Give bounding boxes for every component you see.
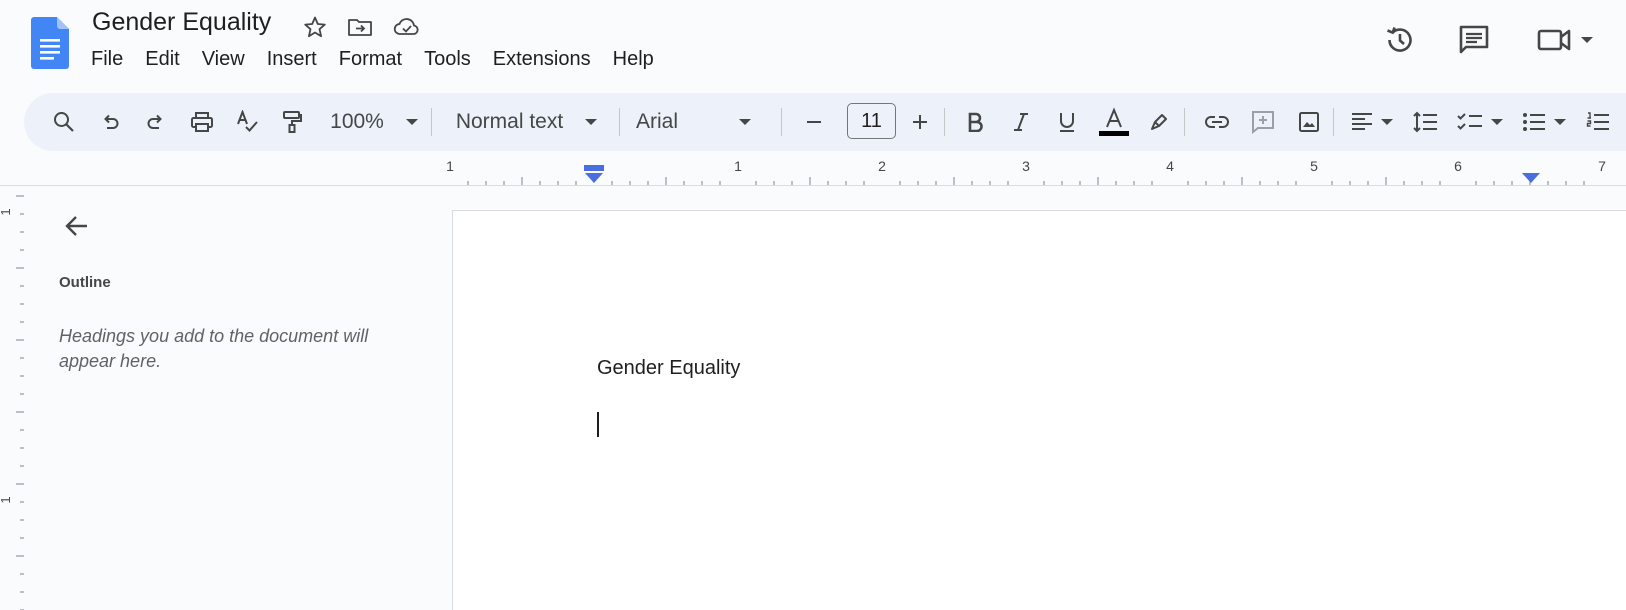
back-arrow-icon[interactable] bbox=[57, 206, 97, 246]
ruler-label: 2 bbox=[878, 158, 886, 174]
horizontal-ruler: 1 1 2 3 4 5 6 7 bbox=[0, 156, 1626, 186]
move-to-folder-icon[interactable] bbox=[345, 12, 375, 42]
docs-logo-icon[interactable] bbox=[31, 17, 69, 69]
underline-icon[interactable] bbox=[1049, 93, 1085, 151]
menu-edit[interactable]: Edit bbox=[134, 46, 190, 73]
vertical-ruler: 1 1 bbox=[0, 186, 24, 610]
vertical-ruler-label: 1 bbox=[0, 208, 13, 215]
align-caret-icon bbox=[1381, 119, 1393, 125]
text-cursor bbox=[597, 412, 599, 437]
docs-window: Gender Equality File Edit View Insert Fo… bbox=[0, 0, 1626, 610]
zoom-caret-icon bbox=[405, 119, 418, 125]
bulleted-list-icon bbox=[1523, 113, 1545, 131]
toolbar-divider bbox=[781, 108, 782, 136]
meet-dropdown-caret[interactable] bbox=[1581, 37, 1593, 43]
toolbar-divider bbox=[431, 108, 432, 136]
meet-icon[interactable] bbox=[1530, 18, 1600, 62]
menu-tools[interactable]: Tools bbox=[413, 46, 482, 73]
redo-icon[interactable] bbox=[138, 93, 174, 151]
menu-bar: File Edit View Insert Format Tools Exten… bbox=[80, 46, 665, 73]
menu-view[interactable]: View bbox=[191, 46, 256, 73]
ruler-graphic: 1 1 2 3 4 5 6 7 bbox=[0, 158, 1626, 186]
toolbar: 100% Normal text Arial 11 bbox=[24, 93, 1626, 151]
star-icon[interactable] bbox=[300, 12, 330, 42]
outline-empty-hint: Headings you add to the document will ap… bbox=[59, 326, 369, 371]
font-size-input[interactable]: 11 bbox=[847, 103, 896, 139]
spellcheck-icon[interactable] bbox=[229, 93, 265, 151]
increase-font-icon[interactable] bbox=[902, 93, 938, 151]
bold-icon[interactable] bbox=[957, 93, 993, 151]
checklist-select[interactable] bbox=[1452, 93, 1508, 151]
add-comment-icon[interactable] bbox=[1245, 93, 1281, 151]
paragraph-style-select[interactable]: Normal text bbox=[444, 93, 609, 151]
ruler-label: 5 bbox=[1310, 158, 1318, 174]
title-bar: Gender Equality File Edit View Insert Fo… bbox=[0, 0, 1626, 92]
italic-icon[interactable] bbox=[1003, 93, 1039, 151]
first-line-indent-marker[interactable] bbox=[584, 165, 604, 171]
comments-icon[interactable] bbox=[1452, 18, 1496, 62]
ruler-label: 7 bbox=[1598, 158, 1606, 174]
toolbar-divider bbox=[944, 108, 945, 136]
outline-panel: Outline Headings you add to the document… bbox=[24, 186, 452, 610]
vertical-ruler-graphic: 1 1 bbox=[0, 195, 24, 610]
outline-heading: Outline bbox=[59, 274, 111, 291]
font-value: Arial bbox=[636, 110, 679, 133]
menu-file[interactable]: File bbox=[80, 46, 134, 73]
version-history-icon[interactable] bbox=[1378, 18, 1422, 62]
vertical-ruler-label: 1 bbox=[0, 496, 13, 503]
undo-icon[interactable] bbox=[92, 93, 128, 151]
menu-format[interactable]: Format bbox=[328, 46, 413, 73]
search-icon[interactable] bbox=[46, 93, 82, 151]
link-icon[interactable] bbox=[1199, 93, 1235, 151]
toolbar-divider bbox=[1333, 108, 1334, 136]
menu-help[interactable]: Help bbox=[602, 46, 665, 73]
checklist-icon bbox=[1457, 113, 1482, 130]
font-select[interactable]: Arial bbox=[636, 93, 776, 151]
left-indent-marker[interactable] bbox=[585, 173, 603, 183]
style-caret-icon bbox=[585, 119, 598, 125]
font-caret-icon bbox=[739, 119, 751, 125]
cloud-saved-icon[interactable] bbox=[392, 12, 422, 42]
ruler-label: 3 bbox=[1022, 158, 1030, 174]
align-select[interactable] bbox=[1344, 93, 1400, 151]
numbered-list-icon[interactable] bbox=[1580, 93, 1616, 151]
paint-format-icon[interactable] bbox=[274, 93, 310, 151]
paragraph-style-value: Normal text bbox=[455, 110, 564, 133]
zoom-value: 100% bbox=[330, 110, 384, 133]
decrease-font-icon[interactable] bbox=[796, 93, 832, 151]
toolbar-divider bbox=[619, 108, 620, 136]
ruler-label: 4 bbox=[1166, 158, 1174, 174]
insert-image-icon[interactable] bbox=[1291, 93, 1327, 151]
line-spacing-icon[interactable] bbox=[1407, 93, 1443, 151]
ruler-label: 6 bbox=[1454, 158, 1462, 174]
right-indent-marker[interactable] bbox=[1522, 173, 1540, 183]
ruler-label: 1 bbox=[446, 158, 454, 174]
document-title[interactable]: Gender Equality bbox=[92, 8, 271, 37]
menu-extensions[interactable]: Extensions bbox=[482, 46, 602, 73]
ruler-label: 1 bbox=[734, 158, 742, 174]
align-left-icon bbox=[1352, 113, 1372, 130]
toolbar-divider bbox=[1184, 108, 1185, 136]
text-color-icon[interactable] bbox=[1094, 93, 1134, 151]
highlight-icon[interactable] bbox=[1141, 93, 1177, 151]
print-icon[interactable] bbox=[184, 93, 220, 151]
document-page[interactable]: Gender Equality bbox=[452, 210, 1626, 610]
bulleted-list-caret-icon bbox=[1554, 119, 1566, 125]
checklist-caret-icon bbox=[1491, 119, 1503, 125]
document-body-text[interactable]: Gender Equality bbox=[597, 357, 740, 380]
zoom-select[interactable]: 100% bbox=[324, 93, 424, 151]
bulleted-list-select[interactable] bbox=[1516, 93, 1572, 151]
menu-insert[interactable]: Insert bbox=[256, 46, 328, 73]
